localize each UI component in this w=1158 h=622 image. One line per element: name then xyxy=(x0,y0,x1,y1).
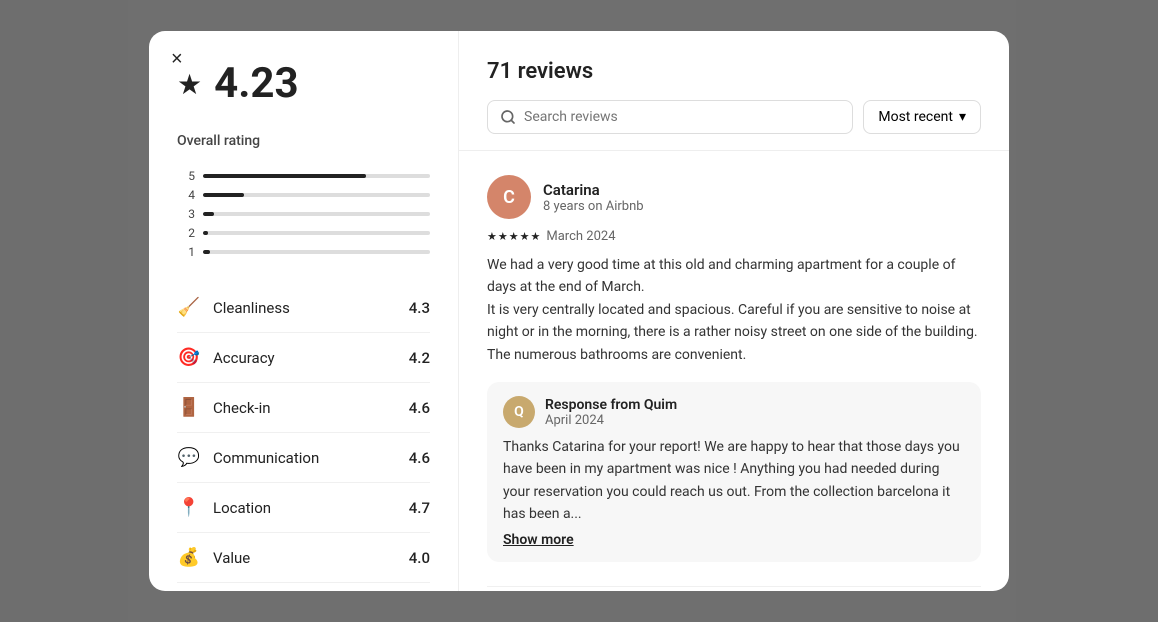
reviews-list: C Catarina 8 years on Airbnb ★★★★★ March… xyxy=(459,151,1009,591)
star: ★ xyxy=(531,230,541,243)
overall-label: Overall rating xyxy=(177,133,430,149)
metric-row-value: 💰 Value 4.0 xyxy=(177,533,430,583)
star: ★ xyxy=(487,230,497,243)
host-response: Q Response from Quim April 2024 Thanks C… xyxy=(487,382,981,562)
bar-track xyxy=(203,250,430,254)
reviewer-name: Catarina xyxy=(543,181,644,199)
bar-fill xyxy=(203,250,210,254)
bar-row: 1 xyxy=(177,245,430,259)
bar-row: 4 xyxy=(177,188,430,202)
right-panel: 71 reviews Most recent ▾ xyxy=(459,31,1009,591)
value-icon: 💰 xyxy=(177,547,201,568)
bar-track xyxy=(203,174,430,178)
bar-row: 3 xyxy=(177,207,430,221)
search-input[interactable] xyxy=(524,109,840,125)
accuracy-icon: 🎯 xyxy=(177,347,201,368)
host-name: Response from Quim xyxy=(545,397,677,413)
bar-fill xyxy=(203,212,214,216)
bar-label: 5 xyxy=(177,169,195,183)
left-panel: ★ 4.23 Overall rating 5 4 3 xyxy=(149,31,459,591)
checkin-value: 4.6 xyxy=(409,399,430,417)
review-text: We had a very good time at this old and … xyxy=(487,254,981,366)
bar-track xyxy=(203,231,430,235)
location-name: Location xyxy=(213,499,271,517)
sort-label: Most recent xyxy=(878,109,953,125)
cleanliness-name: Cleanliness xyxy=(213,299,290,317)
reviews-header: 71 reviews Most recent ▾ xyxy=(459,31,1009,151)
review-item: C Catarina 8 years on Airbnb ★★★★★ March… xyxy=(487,151,981,587)
bar-row: 5 xyxy=(177,169,430,183)
overall-score: 4.23 xyxy=(214,63,298,105)
cleanliness-icon: 🧹 xyxy=(177,297,201,318)
value-name: Value xyxy=(213,549,250,567)
star: ★ xyxy=(509,230,519,243)
bar-label: 3 xyxy=(177,207,195,221)
location-icon: 📍 xyxy=(177,497,201,518)
search-box[interactable] xyxy=(487,100,853,134)
reviews-modal: × ★ 4.23 Overall rating 5 4 xyxy=(149,31,1009,591)
star: ★ xyxy=(498,230,508,243)
show-more-button[interactable]: Show more xyxy=(503,532,574,548)
bar-fill xyxy=(203,193,244,197)
reviewer-meta: 8 years on Airbnb xyxy=(543,199,644,214)
checkin-icon: 🚪 xyxy=(177,397,201,418)
host-response-date: April 2024 xyxy=(545,413,677,428)
modal-body: ★ 4.23 Overall rating 5 4 3 xyxy=(149,31,1009,591)
stars: ★★★★★ xyxy=(487,230,540,243)
communication-value: 4.6 xyxy=(409,449,430,467)
metric-row-location: 📍 Location 4.7 xyxy=(177,483,430,533)
communication-name: Communication xyxy=(213,449,319,467)
cleanliness-value: 4.3 xyxy=(409,299,430,317)
accuracy-name: Accuracy xyxy=(213,349,275,367)
bar-label: 2 xyxy=(177,226,195,240)
review-item: W William 6 months on Airbnb ★★★★★ March… xyxy=(487,587,981,591)
bar-fill xyxy=(203,231,208,235)
sort-button[interactable]: Most recent ▾ xyxy=(863,100,981,134)
bar-row: 2 xyxy=(177,226,430,240)
metric-row-checkin: 🚪 Check-in 4.6 xyxy=(177,383,430,433)
avatar: C xyxy=(487,175,531,219)
review-date: March 2024 xyxy=(546,229,615,244)
close-button[interactable]: × xyxy=(167,45,187,73)
search-icon xyxy=(500,109,516,125)
value-value: 4.0 xyxy=(409,549,430,567)
star: ★ xyxy=(520,230,530,243)
bar-label: 4 xyxy=(177,188,195,202)
bar-fill xyxy=(203,174,366,178)
location-value: 4.7 xyxy=(409,499,430,517)
host-avatar: Q xyxy=(503,396,535,428)
reviews-title: 71 reviews xyxy=(487,59,981,84)
metric-row-communication: 💬 Communication 4.6 xyxy=(177,433,430,483)
accuracy-value: 4.2 xyxy=(409,349,430,367)
checkin-name: Check-in xyxy=(213,399,271,417)
star-icon: ★ xyxy=(177,68,202,101)
chevron-down-icon: ▾ xyxy=(959,109,966,125)
modal-overlay: × ★ 4.23 Overall rating 5 4 xyxy=(0,0,1158,622)
communication-icon: 💬 xyxy=(177,447,201,468)
bar-track xyxy=(203,212,430,216)
host-response-text: Thanks Catarina for your report! We are … xyxy=(503,436,965,526)
metric-row-accuracy: 🎯 Accuracy 4.2 xyxy=(177,333,430,383)
bar-label: 1 xyxy=(177,245,195,259)
rating-header: ★ 4.23 xyxy=(177,63,430,105)
metric-row-cleanliness: 🧹 Cleanliness 4.3 xyxy=(177,283,430,333)
metric-list: 🧹 Cleanliness 4.3 🎯 Accuracy 4.2 🚪 Check… xyxy=(177,283,430,583)
bar-chart: 5 4 3 2 1 xyxy=(177,169,430,259)
bar-track xyxy=(203,193,430,197)
